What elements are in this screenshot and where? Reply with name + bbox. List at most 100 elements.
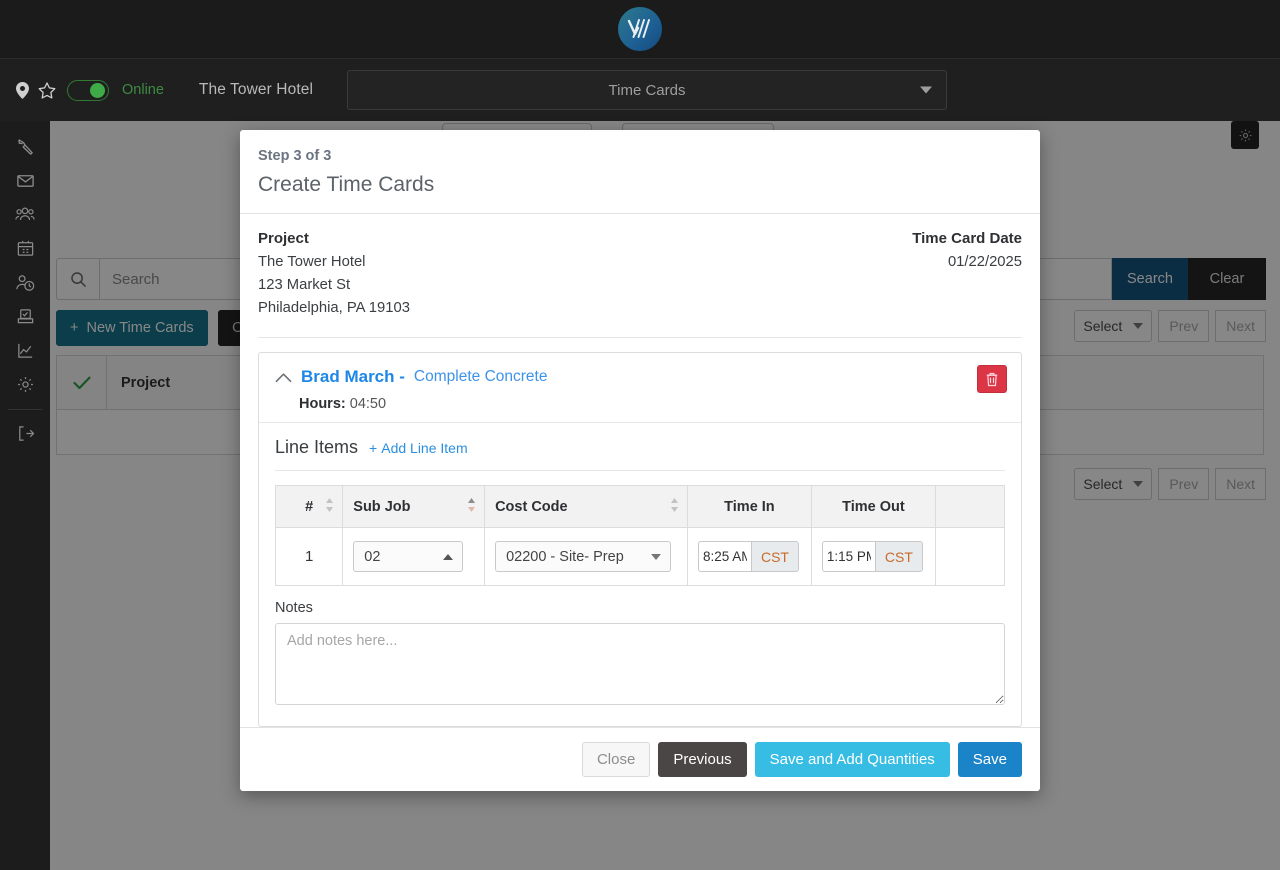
section-divider	[258, 337, 1022, 338]
line-items-table: # Sub Job Cost Code Time In Time Out 1 0…	[274, 485, 1006, 586]
app-root: Online The Tower Hotel Time Cards Search…	[0, 0, 1280, 870]
sidebar-item-reports[interactable]	[0, 333, 50, 367]
sub-job-select[interactable]: 02	[353, 541, 464, 572]
col-index[interactable]: #	[274, 485, 344, 528]
cell-time-in: CST	[686, 527, 812, 586]
cell-time-out: CST	[810, 527, 936, 586]
hours-value: 04:50	[349, 396, 387, 412]
create-time-cards-modal: Step 3 of 3 Create Time Cards Project Th…	[240, 130, 1040, 791]
worker-card: Brad March - Complete Concrete Hours: 04…	[258, 352, 1022, 727]
module-select-label: Time Cards	[608, 81, 686, 99]
worker-name[interactable]: Brad March -	[301, 367, 405, 387]
line-items-divider	[275, 470, 1005, 471]
time-in-group: CST	[697, 541, 799, 572]
col-time-out-label: Time Out	[842, 498, 905, 515]
sidebar	[0, 121, 50, 870]
app-logo-icon[interactable]	[618, 7, 662, 51]
chevron-up-icon[interactable]	[275, 372, 292, 383]
sidebar-item-crew[interactable]	[0, 197, 50, 231]
cell-row-actions	[934, 527, 1006, 586]
time-card-date-value: 01/22/2025	[947, 254, 1022, 270]
star-icon[interactable]	[38, 81, 56, 99]
modal-header: Step 3 of 3 Create Time Cards	[240, 130, 1040, 214]
cost-code-value: 02200 - Site- Prep	[506, 548, 624, 565]
col-row-actions	[934, 485, 1006, 528]
previous-button[interactable]: Previous	[658, 742, 747, 777]
col-time-out: Time Out	[810, 485, 936, 528]
cost-code-select[interactable]: 02200 - Site- Prep	[495, 541, 672, 572]
close-button[interactable]: Close	[581, 742, 651, 777]
sidebar-item-approvals[interactable]	[0, 299, 50, 333]
top-bar	[0, 0, 1280, 59]
sidebar-item-logout[interactable]	[0, 416, 50, 450]
notes-label: Notes	[275, 600, 313, 616]
modal-footer: Close Previous Save and Add Quantities S…	[240, 727, 1040, 791]
time-in-timezone[interactable]: CST	[750, 541, 799, 572]
sidebar-item-schedule[interactable]	[0, 231, 50, 265]
location-pin-icon[interactable]	[16, 81, 29, 99]
add-line-item-label: Add Line Item	[381, 440, 468, 456]
nav-left-group: Online The Tower Hotel	[0, 79, 313, 101]
modal-body: Project The Tower Hotel 123 Market St Ph…	[240, 214, 1040, 727]
cell-index: 1	[274, 527, 344, 586]
save-and-add-quantities-button[interactable]: Save and Add Quantities	[754, 742, 950, 777]
online-label: Online	[122, 82, 164, 98]
sub-job-value: 02	[364, 548, 381, 565]
add-line-item-button[interactable]: + Add Line Item	[369, 440, 468, 456]
worker-company[interactable]: Complete Concrete	[414, 368, 548, 386]
col-time-in: Time In	[686, 485, 812, 528]
cell-sub-job: 02	[342, 527, 486, 586]
modal-title: Create Time Cards	[258, 173, 435, 196]
line-items-title: Line Items	[275, 437, 359, 457]
notes-section: Notes	[259, 586, 1021, 726]
line-items-tbody: 1 02 02200 - Site- Prep 8:25 AM CST 1:15…	[274, 527, 1006, 586]
project-summary: Project The Tower Hotel 123 Market St Ph…	[258, 230, 1022, 316]
online-toggle[interactable]	[67, 79, 109, 101]
notes-textarea[interactable]	[275, 623, 1005, 705]
nav-bar: Online The Tower Hotel Time Cards	[0, 59, 1280, 121]
chevron-down-icon	[651, 553, 662, 560]
col-index-label: #	[305, 498, 314, 515]
sort-icon	[325, 497, 334, 517]
time-in-input[interactable]	[697, 541, 751, 572]
plus-icon: +	[369, 440, 378, 456]
col-time-in-label: Time In	[724, 498, 775, 515]
time-card-date-label: Time Card Date	[912, 230, 1022, 247]
chevron-down-icon	[920, 86, 932, 94]
project-label: Project	[258, 230, 309, 247]
project-street: 123 Market St	[258, 277, 351, 293]
col-sub-job[interactable]: Sub Job	[342, 485, 486, 528]
sidebar-item-settings[interactable]	[0, 367, 50, 401]
chevron-up-icon	[443, 553, 454, 560]
sidebar-item-messages[interactable]	[0, 163, 50, 197]
cell-cost-code: 02200 - Site- Prep	[484, 527, 688, 586]
project-name: The Tower Hotel	[258, 254, 366, 270]
line-items-header: Line Items + Add Line Item	[259, 423, 1021, 458]
line-items-header-row: # Sub Job Cost Code Time In Time Out	[274, 485, 1006, 528]
time-out-timezone[interactable]: CST	[874, 541, 923, 572]
sidebar-divider	[8, 409, 42, 410]
project-city: Philadelphia, PA 19103	[258, 300, 410, 316]
module-select[interactable]: Time Cards	[347, 70, 947, 110]
worker-header: Brad March - Complete Concrete Hours: 04…	[259, 353, 1021, 423]
time-out-input[interactable]	[821, 541, 875, 572]
sidebar-item-time-cards[interactable]	[0, 265, 50, 299]
hours-label: Hours:	[299, 396, 346, 412]
col-cost-code[interactable]: Cost Code	[484, 485, 688, 528]
save-button[interactable]: Save	[957, 742, 1022, 777]
time-out-group: CST	[821, 541, 923, 572]
col-cost-code-label: Cost Code	[495, 498, 568, 515]
sort-icon	[670, 497, 679, 517]
delete-worker-button[interactable]	[977, 365, 1007, 393]
date-col: Time Card Date 01/22/2025	[912, 230, 1022, 316]
col-sub-job-label: Sub Job	[353, 498, 411, 515]
step-label: Step 3 of 3	[258, 148, 332, 164]
site-name: The Tower Hotel	[198, 81, 313, 98]
sort-icon-asc	[467, 497, 476, 517]
project-col: Project The Tower Hotel 123 Market St Ph…	[258, 230, 410, 316]
sidebar-item-tools[interactable]	[0, 129, 50, 163]
table-row: 1 02 02200 - Site- Prep 8:25 AM CST 1:15…	[274, 527, 1006, 586]
worker-hours-row: Hours: 04:50	[275, 396, 1005, 412]
worker-name-row[interactable]: Brad March - Complete Concrete	[275, 367, 1005, 387]
line-items-thead: # Sub Job Cost Code Time In Time Out	[274, 485, 1006, 528]
